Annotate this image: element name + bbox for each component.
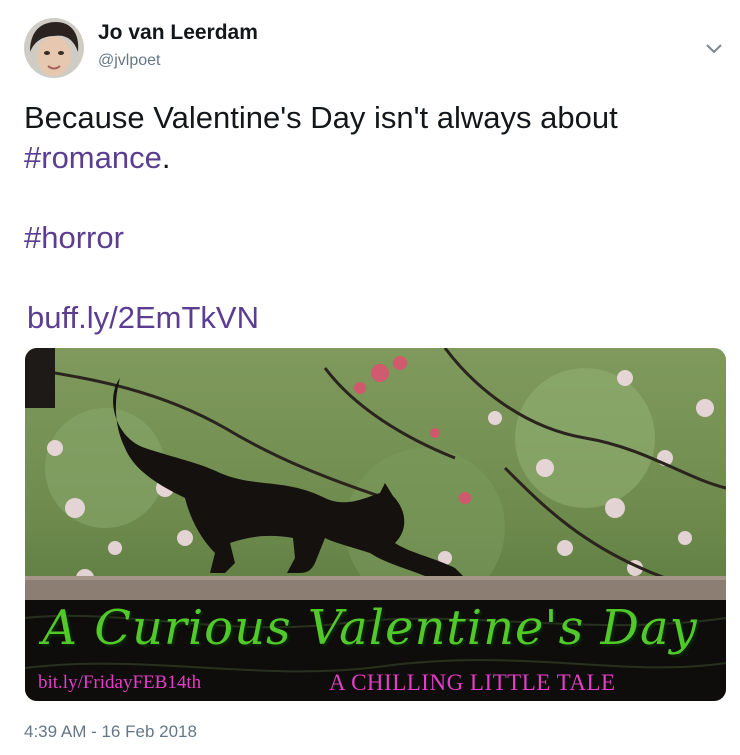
tweet-line-3: #horror [24, 218, 714, 258]
tweet-timestamp[interactable]: 4:39 AM - 16 Feb 2018 [24, 722, 197, 742]
card-url: bit.ly/FridayFEB14th [38, 672, 202, 693]
tweet-link[interactable]: buff.ly/2EmTkVN [24, 298, 259, 338]
tweet-line-4: buff.ly/2EmTkVN [24, 298, 714, 338]
user-handle[interactable]: @jvlpoet [98, 52, 161, 70]
chevron-down-icon[interactable] [704, 40, 724, 56]
tweet-text: Because Valentine's Day isn't always abo… [24, 98, 714, 338]
tweet-line-1: Because Valentine's Day isn't always abo… [24, 100, 618, 135]
hashtag-horror[interactable]: #horror [24, 220, 124, 255]
tweet-period: . [161, 140, 171, 175]
card-tagline: A CHILLING LITTLE TALE [329, 670, 616, 695]
card-title: A Curious Valentine's Day [42, 600, 698, 656]
avatar[interactable] [24, 18, 84, 78]
hashtag-romance[interactable]: #romance [24, 140, 162, 175]
tweet-line-2: #romance. [24, 138, 714, 178]
display-name[interactable]: Jo van Leerdam [98, 21, 258, 45]
